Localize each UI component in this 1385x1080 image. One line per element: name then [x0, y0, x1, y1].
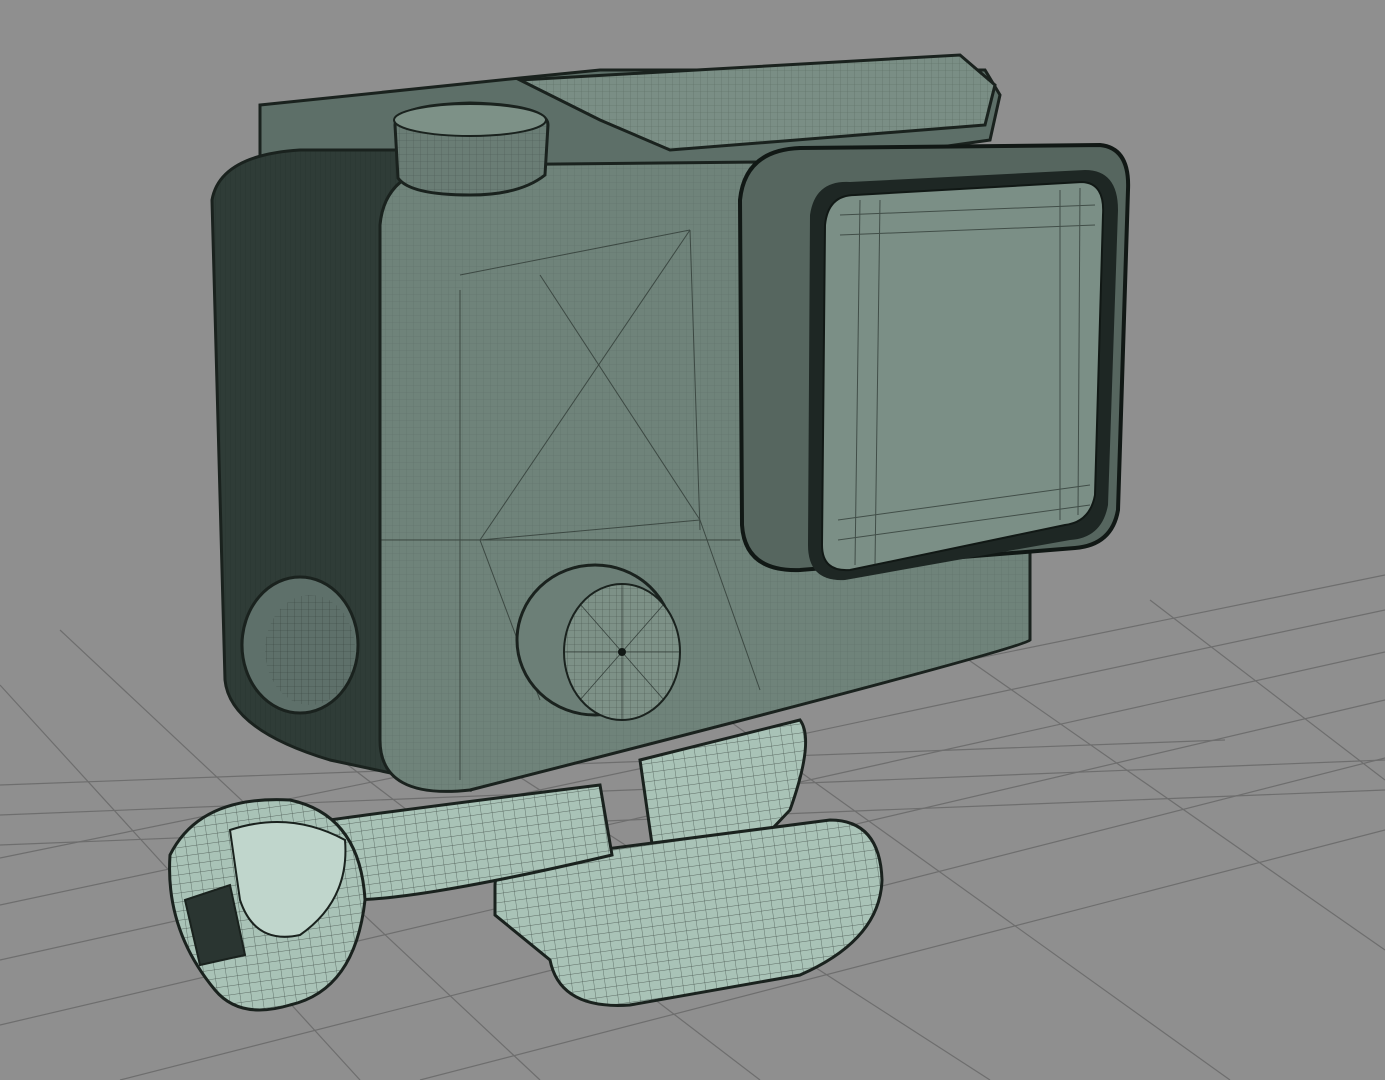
viewport-canvas[interactable] — [0, 0, 1385, 1080]
shutter-button — [393, 101, 550, 197]
lcd-screen — [820, 180, 1105, 572]
side-knob — [240, 575, 360, 715]
3d-viewport[interactable] — [0, 0, 1385, 1080]
camera-housing-model[interactable] — [168, 53, 1131, 1012]
